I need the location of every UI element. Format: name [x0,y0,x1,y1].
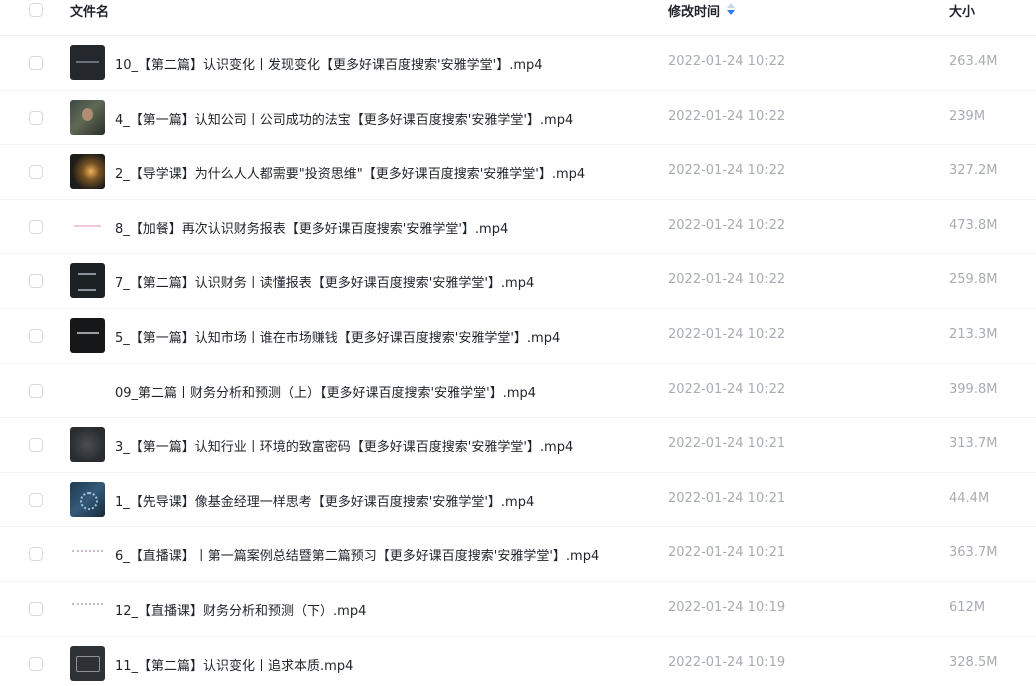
row-checkbox[interactable] [29,547,43,562]
file-modified-time: 2022-01-24 10:21 [668,436,786,452]
file-name[interactable]: 11_【第二篇】认识变化丨追求本质.mp4 [115,655,353,674]
row-checkbox[interactable] [29,438,43,453]
video-thumbnail[interactable] [70,45,105,80]
file-row[interactable]: 8_【加餐】再次认识财务报表【更多好课百度搜索'安雅学堂'】.mp4 2022-… [0,200,1036,255]
file-size: 313.7M [949,436,998,452]
file-name[interactable]: 3_【第一篇】认知行业丨环境的致富密码【更多好课百度搜索'安雅学堂'】.mp4 [115,436,573,455]
file-row[interactable]: 7_【第二篇】认识财务丨读懂报表【更多好课百度搜索'安雅学堂'】.mp4 202… [0,254,1036,309]
file-size: 612M [949,599,986,615]
file-size: 213.3M [949,326,998,342]
file-size: 259.8M [949,272,998,288]
row-checkbox[interactable] [29,165,43,180]
row-checkbox[interactable] [29,656,43,671]
column-header-modified-time[interactable]: 修改时间 [668,1,720,20]
video-thumbnail[interactable] [70,536,105,572]
file-modified-time: 2022-01-24 10:21 [668,545,786,561]
video-thumbnail[interactable] [70,481,105,517]
video-thumbnail[interactable] [70,208,105,244]
file-size: 239M [949,108,986,124]
video-thumbnail[interactable] [70,373,105,408]
row-checkbox[interactable] [29,492,43,507]
video-thumbnail[interactable] [70,590,105,626]
column-header-size[interactable]: 大小 [949,1,975,20]
file-list: 文件名 修改时间 大小 10_【第二篇】认识变化丨发现变化【更多好课百度搜索'安… [0,0,1036,686]
file-row[interactable]: 2_【导学课】为什么人人都需要"投资思维"【更多好课百度搜索'安雅学堂'】.mp… [0,145,1036,200]
row-checkbox[interactable] [29,328,43,343]
file-row[interactable]: 3_【第一篇】认知行业丨环境的致富密码【更多好课百度搜索'安雅学堂'】.mp4 … [0,418,1036,473]
file-size: 473.8M [949,217,998,233]
file-modified-time: 2022-01-24 10:22 [668,54,786,69]
select-all-checkbox[interactable] [29,3,43,17]
row-checkbox[interactable] [29,601,43,616]
file-modified-time: 2022-01-24 10:22 [668,163,786,179]
file-modified-time: 2022-01-24 10:22 [668,217,786,233]
file-size: 328.5M [949,654,998,670]
file-row[interactable]: 11_【第二篇】认识变化丨追求本质.mp4 2022-01-24 10:19 3… [0,637,1036,686]
file-size: 327.2M [949,163,998,179]
file-modified-time: 2022-01-24 10:21 [668,490,786,506]
file-name[interactable]: 5_【第一篇】认知市场丨谁在市场赚钱【更多好课百度搜索'安雅学堂'】.mp4 [115,327,560,346]
row-checkbox[interactable] [29,274,43,289]
video-thumbnail[interactable] [70,99,105,135]
file-name[interactable]: 1_【先导课】像基金经理一样思考【更多好课百度搜索'安雅学堂'】.mp4 [115,491,534,510]
file-name[interactable]: 4_【第一篇】认知公司丨公司成功的法宝【更多好课百度搜索'安雅学堂'】.mp4 [115,109,573,128]
row-checkbox[interactable] [29,219,43,234]
row-checkbox[interactable] [29,56,43,70]
file-modified-time: 2022-01-24 10:19 [668,654,786,670]
row-checkbox[interactable] [29,383,43,398]
video-thumbnail[interactable] [70,154,105,190]
file-name[interactable]: 6_【直播课】丨第一篇案例总结暨第二篇预习【更多好课百度搜索'安雅学堂'】.mp… [115,545,599,564]
file-modified-time: 2022-01-24 10:19 [668,599,786,615]
file-modified-time: 2022-01-24 10:22 [668,326,786,342]
file-name[interactable]: 10_【第二篇】认识变化丨发现变化【更多好课百度搜索'安雅学堂'】.mp4 [115,54,543,73]
video-thumbnail[interactable] [70,645,105,681]
file-row[interactable]: 6_【直播课】丨第一篇案例总结暨第二篇预习【更多好课百度搜索'安雅学堂'】.mp… [0,527,1036,582]
file-modified-time: 2022-01-24 10:22 [668,272,786,288]
file-name[interactable]: 12_【直播课】财务分析和预测（下）.mp4 [115,600,366,619]
file-size: 44.4M [949,490,990,506]
list-header: 文件名 修改时间 大小 [0,0,1036,36]
file-size: 263.4M [949,54,998,69]
file-name[interactable]: 8_【加餐】再次认识财务报表【更多好课百度搜索'安雅学堂'】.mp4 [115,218,508,237]
file-modified-time: 2022-01-24 10:22 [668,108,786,124]
file-size: 399.8M [949,381,998,397]
file-name[interactable]: 7_【第二篇】认识财务丨读懂报表【更多好课百度搜索'安雅学堂'】.mp4 [115,272,534,291]
file-row[interactable]: 4_【第一篇】认知公司丨公司成功的法宝【更多好课百度搜索'安雅学堂'】.mp4 … [0,91,1036,146]
row-checkbox[interactable] [29,110,43,125]
column-header-name[interactable]: 文件名 [70,1,109,20]
file-modified-time: 2022-01-24 10:22 [668,381,786,397]
video-thumbnail[interactable] [70,263,105,299]
file-name[interactable]: 2_【导学课】为什么人人都需要"投资思维"【更多好课百度搜索'安雅学堂'】.mp… [115,163,585,182]
file-row[interactable]: 1_【先导课】像基金经理一样思考【更多好课百度搜索'安雅学堂'】.mp4 202… [0,473,1036,528]
sort-icon[interactable] [727,3,735,15]
file-row[interactable]: 09_第二篇丨财务分析和预测（上）【更多好课百度搜索'安雅学堂'】.mp4 20… [0,364,1036,419]
video-thumbnail[interactable] [70,317,105,353]
file-row[interactable]: 10_【第二篇】认识变化丨发现变化【更多好课百度搜索'安雅学堂'】.mp4 20… [0,36,1036,91]
file-name[interactable]: 09_第二篇丨财务分析和预测（上）【更多好课百度搜索'安雅学堂'】.mp4 [115,382,536,401]
video-thumbnail[interactable] [70,427,105,463]
file-row[interactable]: 5_【第一篇】认知市场丨谁在市场赚钱【更多好课百度搜索'安雅学堂'】.mp4 2… [0,309,1036,364]
file-row[interactable]: 12_【直播课】财务分析和预测（下）.mp4 2022-01-24 10:19 … [0,582,1036,637]
file-size: 363.7M [949,545,998,561]
